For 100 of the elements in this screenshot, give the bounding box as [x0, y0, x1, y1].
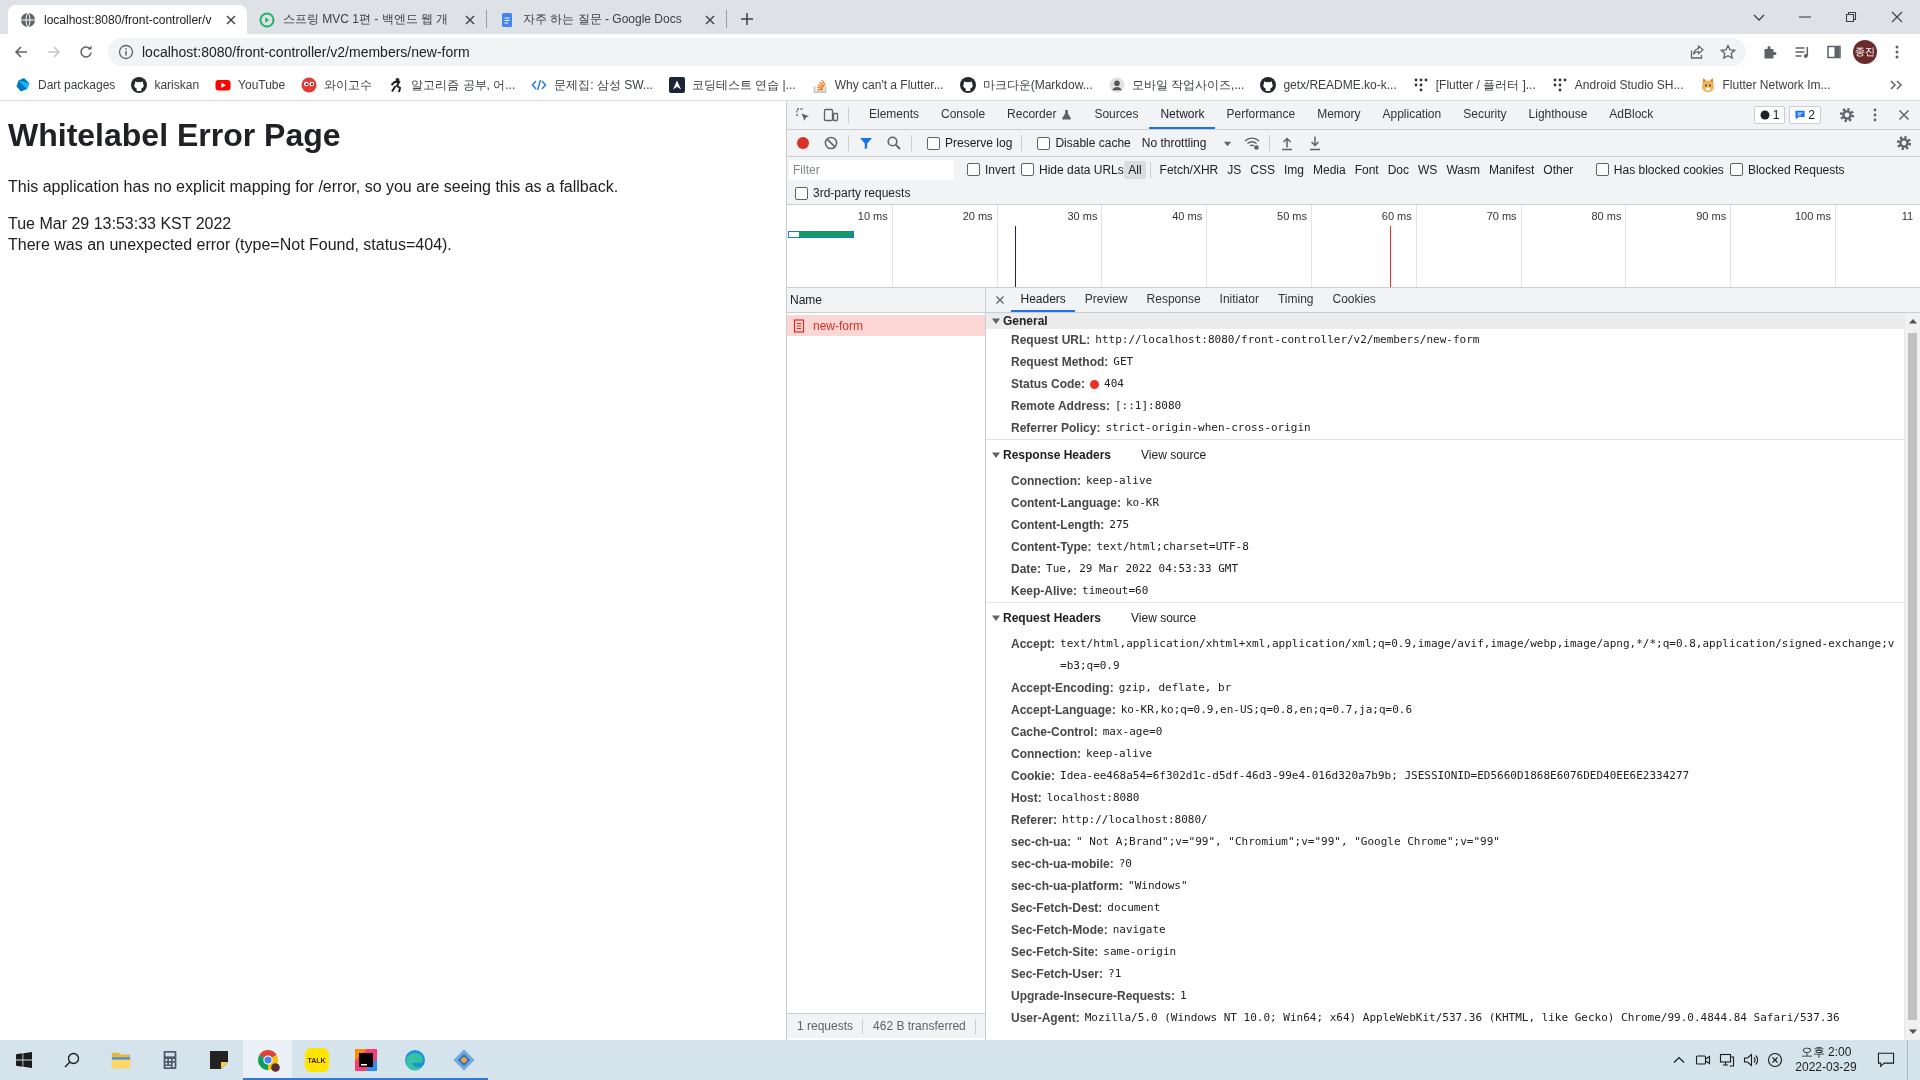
- type-filter-button[interactable]: Doc: [1383, 160, 1414, 179]
- view-source-link[interactable]: View source: [1131, 611, 1197, 625]
- scrollbar-thumb[interactable]: [1908, 333, 1917, 1020]
- request-row[interactable]: new-form: [787, 315, 985, 336]
- checkbox-label[interactable]: Blocked Requests: [1747, 162, 1845, 177]
- type-filter-button[interactable]: Manifest: [1484, 160, 1539, 179]
- devtools-tab[interactable]: Application: [1371, 101, 1453, 129]
- filter-field[interactable]: Filter: [789, 159, 954, 180]
- bookmark[interactable]: 코딩테스트 연습 |...: [660, 76, 804, 94]
- bookmark[interactable]: [Flutter / 플러터 ]...: [1404, 76, 1544, 94]
- restore-icon[interactable]: [1843, 9, 1859, 25]
- type-filter-button[interactable]: Font: [1350, 160, 1383, 179]
- devtools-tab[interactable]: Memory: [1306, 101, 1372, 129]
- checkbox[interactable]: [1037, 136, 1051, 150]
- bookmark[interactable]: Why can't a Flutter...: [803, 77, 952, 93]
- cursor-select-icon[interactable]: [795, 107, 811, 123]
- checkbox-label[interactable]: Hide data URLs: [1039, 162, 1124, 177]
- scroll-down-icon[interactable]: [1908, 1029, 1917, 1035]
- disclosure-triangle-icon[interactable]: [992, 317, 1000, 325]
- type-filter-button[interactable]: Wasm: [1442, 160, 1484, 179]
- share-icon[interactable]: [1689, 44, 1705, 60]
- devtools-tab[interactable]: Sources: [1083, 101, 1150, 129]
- checkbox-label[interactable]: Has blocked cookies: [1613, 162, 1724, 177]
- reload-icon[interactable]: [78, 44, 94, 60]
- browser-tab[interactable]: localhost:8080/front-controller/v: [8, 5, 247, 34]
- devtools-tab[interactable]: AdBlock: [1598, 101, 1665, 129]
- type-filter-button[interactable]: Img: [1279, 160, 1308, 179]
- checkbox[interactable]: [795, 186, 808, 200]
- bookmark[interactable]: 모바일 작업사이즈,...: [1100, 76, 1253, 94]
- counter-badge[interactable]: 2: [1789, 106, 1821, 124]
- bookmark[interactable]: getx/README.ko-k...: [1252, 77, 1405, 93]
- reading-list-icon[interactable]: [1794, 44, 1810, 60]
- checkbox-label[interactable]: 3rd-party requests: [813, 186, 911, 200]
- bookmark[interactable]: 와이고수: [293, 76, 381, 94]
- counter-badge[interactable]: 1: [1753, 106, 1786, 124]
- wifi-icon[interactable]: [1244, 135, 1261, 151]
- close-icon[interactable]: [995, 295, 1005, 305]
- type-filter-button[interactable]: JS: [1223, 160, 1246, 179]
- bookmark[interactable]: 마크다운(Markdow...: [951, 76, 1101, 94]
- cross-circle-icon[interactable]: [1767, 1052, 1783, 1068]
- browser-tab[interactable]: 자주 하는 질문 - Google Docs: [487, 5, 726, 34]
- star-icon[interactable]: [1720, 44, 1736, 60]
- gear-icon[interactable]: [1896, 135, 1912, 151]
- checkbox-label[interactable]: Invert: [985, 162, 1015, 177]
- speaker-icon[interactable]: [1743, 1052, 1759, 1068]
- type-filter-button[interactable]: Media: [1309, 160, 1350, 179]
- start-icon[interactable]: [16, 1052, 32, 1068]
- bookmark[interactable]: 문제집: 삼성 SW...: [523, 76, 661, 94]
- profile-avatar[interactable]: 종진: [1853, 40, 1877, 64]
- throttling-dropdown[interactable]: No throttling: [1141, 136, 1233, 150]
- browser-tab[interactable]: 스프링 MVC 1편 - 백엔드 웹 개: [247, 5, 486, 34]
- type-filter-button[interactable]: CSS: [1246, 160, 1279, 179]
- type-filter-button[interactable]: Fetch/XHR: [1155, 160, 1223, 179]
- section-header[interactable]: Request Headers View source: [986, 603, 1904, 633]
- search-icon[interactable]: [64, 1052, 80, 1068]
- checkbox-label[interactable]: Preserve log: [945, 136, 1013, 150]
- disclosure-triangle-icon[interactable]: [992, 451, 1000, 459]
- devtools-tab[interactable]: Security: [1452, 101, 1518, 129]
- checkbox-label[interactable]: Disable cache: [1055, 136, 1131, 150]
- side-panel-icon[interactable]: [1826, 44, 1842, 60]
- bookmark[interactable]: Dart packages: [7, 77, 124, 93]
- column-header[interactable]: Name: [787, 288, 985, 313]
- checkbox[interactable]: [967, 163, 980, 176]
- detail-tab[interactable]: Timing: [1268, 288, 1323, 312]
- section-header[interactable]: General: [986, 313, 1904, 329]
- gear-icon[interactable]: [1839, 107, 1855, 123]
- taskbar-app-button[interactable]: [243, 1040, 292, 1080]
- devtools-tab[interactable]: Performance: [1215, 101, 1307, 129]
- section-header[interactable]: Response Headers View source: [986, 440, 1904, 470]
- checkbox[interactable]: [927, 136, 940, 150]
- block-icon[interactable]: [823, 135, 839, 151]
- devtools-tab[interactable]: Elements: [858, 101, 931, 129]
- type-filter-button[interactable]: WS: [1414, 160, 1442, 179]
- bookmark[interactable]: YouTube: [207, 77, 294, 93]
- back-arrow-icon[interactable]: [13, 44, 29, 60]
- devices-icon[interactable]: [823, 107, 839, 123]
- info-icon[interactable]: [118, 44, 134, 60]
- devtools-tab[interactable]: Console: [930, 101, 997, 129]
- close-icon[interactable]: [1889, 9, 1905, 25]
- checkbox[interactable]: [1729, 163, 1743, 176]
- detail-tab[interactable]: Cookies: [1323, 288, 1386, 312]
- checkbox[interactable]: [1021, 163, 1034, 176]
- bookmark[interactable]: Flutter Network Im...: [1691, 77, 1839, 93]
- detail-tab[interactable]: Initiator: [1210, 288, 1269, 312]
- notification-icon[interactable]: [1877, 1052, 1895, 1068]
- address-field[interactable]: localhost:8080/front-controller/v2/members/new-form: [108, 38, 1746, 66]
- record-icon[interactable]: [795, 135, 811, 151]
- checkbox[interactable]: [1595, 163, 1609, 176]
- disclosure-triangle-icon[interactable]: [992, 614, 1000, 622]
- type-filter-button[interactable]: Other: [1539, 160, 1578, 179]
- devtools-tab[interactable]: Recorder: [996, 101, 1084, 129]
- detail-tab[interactable]: Preview: [1075, 288, 1138, 312]
- puzzle-icon[interactable]: [1762, 44, 1778, 60]
- bookmark[interactable]: 알고리즘 공부, 어...: [380, 76, 524, 94]
- view-source-link[interactable]: View source: [1141, 448, 1207, 462]
- devtools-tab[interactable]: Lighthouse: [1517, 101, 1599, 129]
- type-filter-button[interactable]: All: [1124, 160, 1146, 179]
- bookmark[interactable]: kariskan: [123, 77, 208, 93]
- plus-icon[interactable]: [739, 11, 755, 27]
- detail-tab[interactable]: Response: [1137, 288, 1211, 312]
